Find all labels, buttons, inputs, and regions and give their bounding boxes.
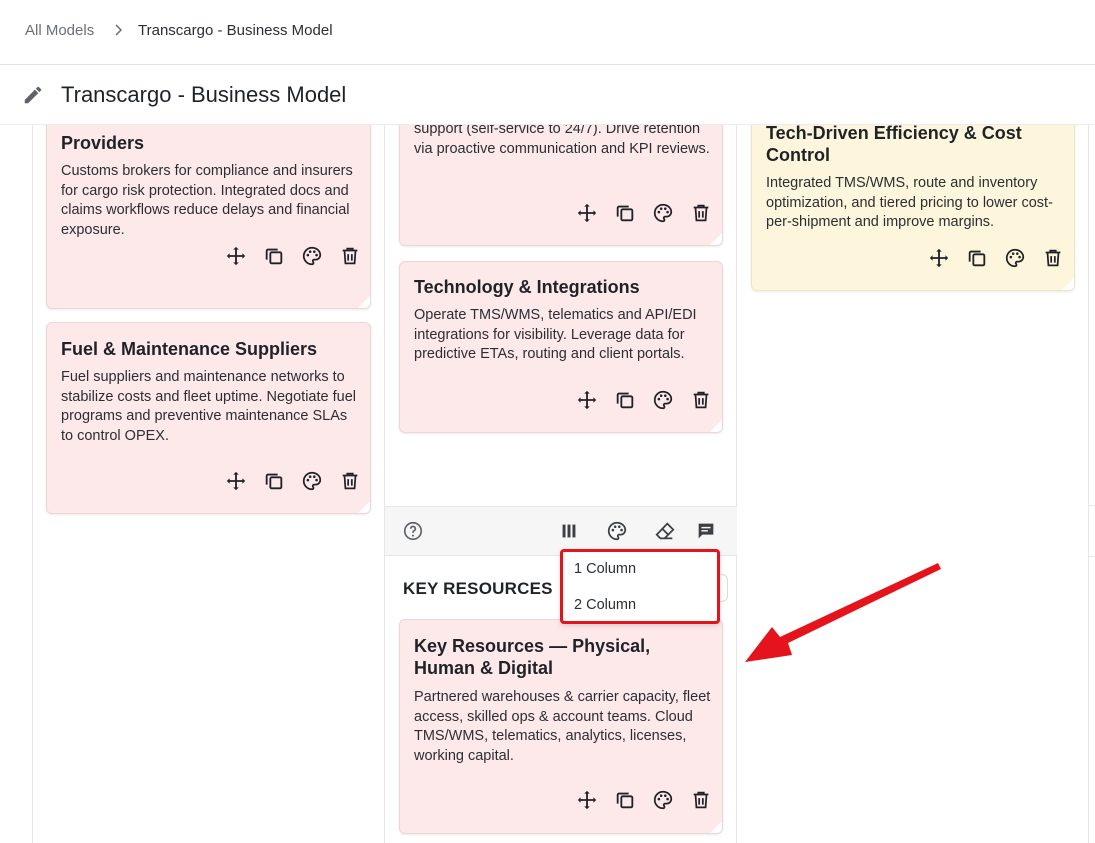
move-icon[interactable] [225,470,247,492]
column-layout-menu: 1 Column 2 Column [560,549,720,624]
card-body: support (self-service to 24/7). Drive re… [414,125,710,157]
page-title: Transcargo - Business Model [61,82,347,107]
note-card[interactable]: support (self-service to 24/7). Drive re… [399,125,723,246]
title-bar: Transcargo - Business Model [0,66,1095,125]
card-body: Customs brokers for compliance and insur… [61,163,353,238]
chevron-right-icon [115,24,123,36]
trash-icon[interactable] [339,470,361,492]
column-divider [1088,125,1089,843]
breadcrumb-all-models[interactable]: All Models [25,22,94,39]
move-icon[interactable] [576,789,598,811]
palette-icon[interactable] [652,789,674,811]
card-actions [225,470,361,492]
column-divider [384,125,385,843]
card-body: Partnered warehouses & carrier capacity,… [414,689,711,764]
duplicate-icon[interactable] [614,389,636,411]
move-icon[interactable] [576,389,598,411]
breadcrumb-current: Transcargo - Business Model [138,22,333,39]
duplicate-icon[interactable] [263,245,285,267]
duplicate-icon[interactable] [614,789,636,811]
help-icon[interactable] [402,520,424,542]
menu-item-1-column[interactable]: 1 Column [574,561,636,577]
business-model-canvas: Providers Customs brokers for compliance… [0,125,1095,843]
section-heading: KEY RESOURCES [403,579,553,598]
card-body: Integrated TMS/WMS, route and inventory … [766,175,1053,230]
card-fold [709,232,722,245]
trash-icon[interactable] [1042,247,1064,269]
palette-icon[interactable] [652,202,674,224]
column-divider [32,125,33,843]
card-title: Tech-Driven Efficiency & Cost Control [766,125,1022,165]
note-card[interactable]: Tech-Driven Efficiency & Cost Control In… [751,125,1075,291]
palette-icon[interactable] [1004,247,1026,269]
card-fold [709,820,722,833]
annotation-arrow [745,563,941,662]
trash-icon[interactable] [690,202,712,224]
breadcrumb: All Models Transcargo - Business Model [0,0,1095,65]
card-title: Fuel & Maintenance Suppliers [61,339,318,359]
eraser-icon[interactable] [654,520,676,542]
duplicate-icon[interactable] [614,202,636,224]
duplicate-icon[interactable] [263,470,285,492]
card-title: Technology & Integrations [414,277,640,297]
trash-icon[interactable] [690,389,712,411]
card-title: Key Resources — Physical, Human & Digita… [414,636,651,678]
card-fold [357,500,370,513]
palette-icon[interactable] [652,389,674,411]
card-body: Fuel suppliers and maintenance networks … [61,369,356,444]
palette-icon[interactable] [301,470,323,492]
card-fold [1061,277,1074,290]
card-fold [357,295,370,308]
palette-icon[interactable] [301,245,323,267]
trash-icon[interactable] [690,789,712,811]
note-card[interactable]: Technology & Integrations Operate TMS/WM… [399,261,723,433]
comment-icon[interactable] [695,520,717,542]
card-actions [576,789,712,811]
card-actions [576,389,712,411]
column-divider [1089,505,1095,557]
column-divider [736,125,737,843]
card-title: Providers [61,133,145,153]
move-icon[interactable] [225,245,247,267]
duplicate-icon[interactable] [966,247,988,269]
card-body: Operate TMS/WMS, telematics and API/EDI … [414,307,697,362]
trash-icon[interactable] [339,245,361,267]
card-actions [576,202,712,224]
note-card[interactable]: Key Resources — Physical, Human & Digita… [399,619,723,834]
note-card[interactable]: Providers Customs brokers for compliance… [46,125,371,309]
columns-icon[interactable] [558,520,580,542]
menu-item-2-column[interactable]: 2 Column [574,597,636,613]
move-icon[interactable] [576,202,598,224]
card-actions [225,245,361,267]
edit-pencil-icon[interactable] [22,84,44,106]
move-icon[interactable] [928,247,950,269]
card-actions [928,247,1064,269]
note-card[interactable]: Fuel & Maintenance Suppliers Fuel suppli… [46,322,371,514]
palette-icon[interactable] [606,520,628,542]
card-fold [709,419,722,432]
